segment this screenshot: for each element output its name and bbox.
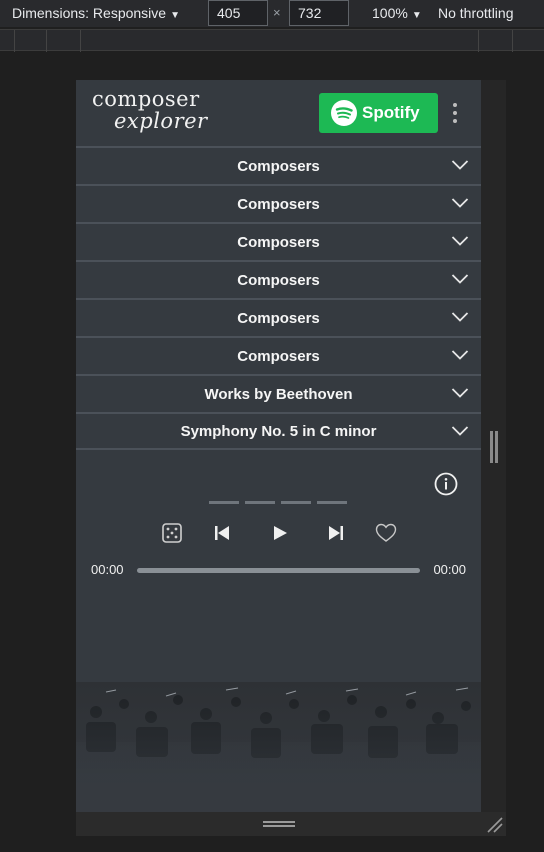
- ruler-segment[interactable]: [512, 30, 513, 52]
- ruler-segment[interactable]: [46, 30, 47, 52]
- ruler-segment[interactable]: [80, 30, 81, 52]
- progress-slider[interactable]: [137, 568, 420, 573]
- accordion-row-label: Composers: [237, 347, 320, 365]
- dice-random-icon[interactable]: [161, 522, 183, 544]
- time-elapsed: 00:00: [91, 562, 124, 577]
- dimensions-dropdown[interactable]: Dimensions: Responsive ▼: [12, 5, 180, 21]
- spotify-button[interactable]: Spotify: [319, 93, 438, 133]
- chevron-down-icon[interactable]: [451, 387, 469, 399]
- dimensions-label: Dimensions: Responsive: [12, 5, 167, 21]
- accordion-row-label: Composers: [237, 195, 320, 213]
- accordion-row[interactable]: Composers: [76, 298, 481, 336]
- accordion-row[interactable]: Symphony No. 5 in C minor: [76, 412, 481, 450]
- accordion-row-label: Symphony No. 5 in C minor: [180, 422, 377, 440]
- zoom-label: 100%: [372, 5, 408, 21]
- throttling-dropdown[interactable]: No throttling: [438, 5, 513, 21]
- app-header: composer explorer Spotify: [76, 80, 481, 146]
- caret-down-icon: ▼: [411, 10, 422, 21]
- caret-down-icon: ▼: [170, 10, 180, 21]
- width-input[interactable]: [208, 0, 268, 26]
- logo-line-2: explorer: [114, 109, 208, 133]
- ruler-segment[interactable]: [478, 30, 479, 52]
- time-total: 00:00: [433, 562, 466, 577]
- chevron-down-icon[interactable]: [451, 197, 469, 209]
- heart-favorite-icon[interactable]: [375, 523, 397, 543]
- devtools-toolbar: Dimensions: Responsive▼ × 100%▼ No throt…: [0, 0, 544, 27]
- loading-indicator: [209, 501, 347, 504]
- media-query-ruler: [0, 29, 544, 52]
- accordion-row-label: Composers: [237, 309, 320, 327]
- composer-explorer-logo[interactable]: composer explorer: [92, 88, 208, 132]
- chevron-down-icon[interactable]: [451, 159, 469, 171]
- accordion-row-label: Composers: [237, 157, 320, 175]
- info-icon[interactable]: [434, 472, 458, 496]
- throttle-label: No throttling: [438, 5, 514, 21]
- accordion-row-label: Composers: [237, 233, 320, 251]
- accordion-list: Composers Composers Composers Composers Comp…: [76, 146, 481, 450]
- device-viewport: composer explorer Spotify Composers Compo…: [76, 80, 481, 812]
- height-input[interactable]: [289, 0, 349, 26]
- logo-line-1: composer: [92, 87, 200, 111]
- accordion-row[interactable]: Works by Beethoven: [76, 374, 481, 412]
- time-bar: 00:00 00:00: [76, 562, 481, 578]
- accordion-row[interactable]: Composers: [76, 336, 481, 374]
- skip-previous-icon[interactable]: [214, 525, 230, 541]
- player-panel: 00:00 00:00: [76, 452, 481, 682]
- chevron-down-icon[interactable]: [451, 311, 469, 323]
- orchestra-photo: [76, 682, 481, 812]
- spotify-icon: [331, 100, 357, 126]
- orchestra-background-image: [76, 682, 481, 812]
- accordion-row[interactable]: Composers: [76, 184, 481, 222]
- more-options-icon[interactable]: [448, 100, 462, 126]
- chevron-down-icon[interactable]: [451, 235, 469, 247]
- viewport-bottom-resize-bar[interactable]: [76, 812, 506, 836]
- accordion-row[interactable]: Composers: [76, 222, 481, 260]
- playback-controls: [76, 522, 481, 548]
- accordion-row-label: Works by Beethoven: [204, 385, 353, 403]
- times-symbol: ×: [273, 5, 281, 20]
- accordion-row[interactable]: Composers: [76, 146, 481, 184]
- chevron-down-icon[interactable]: [451, 425, 469, 437]
- skip-next-icon[interactable]: [328, 525, 344, 541]
- accordion-row[interactable]: Composers: [76, 260, 481, 298]
- play-icon[interactable]: [272, 525, 288, 541]
- spotify-label: Spotify: [362, 103, 420, 122]
- ruler-segment[interactable]: [14, 30, 15, 52]
- resize-grip-icon[interactable]: [263, 821, 295, 827]
- accordion-row-label: Composers: [237, 271, 320, 289]
- resize-corner-icon[interactable]: [486, 816, 504, 834]
- zoom-dropdown[interactable]: 100% ▼: [372, 5, 422, 21]
- chevron-down-icon[interactable]: [451, 349, 469, 361]
- chevron-down-icon[interactable]: [451, 273, 469, 285]
- viewport-scroll-handle[interactable]: [489, 431, 499, 463]
